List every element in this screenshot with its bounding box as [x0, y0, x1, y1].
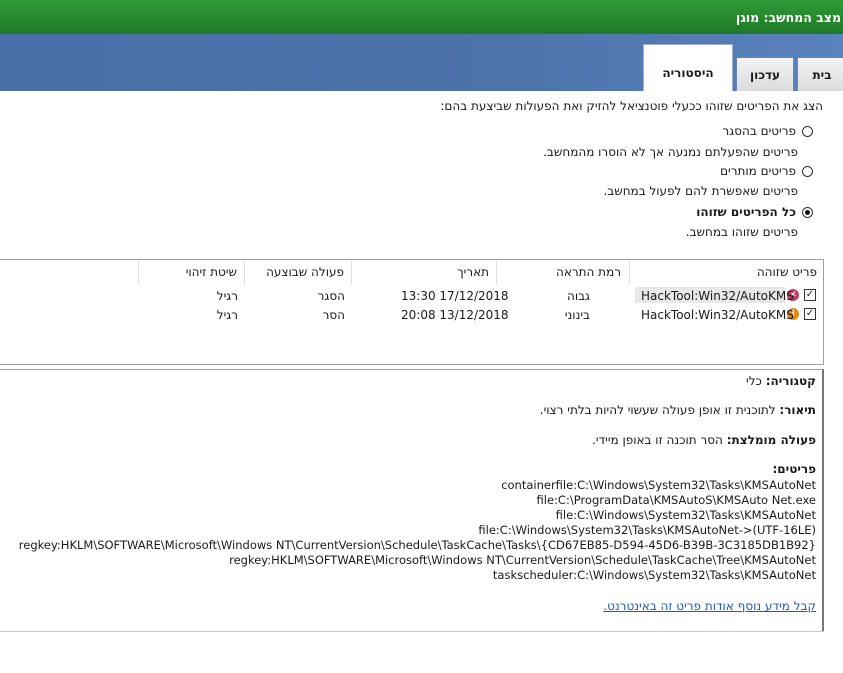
details-panel: קטגוריה: כלי תיאור: לתוכנית זו אופן פעול… [0, 369, 824, 631]
item-path: taskscheduler:C:\Windows\System32\Tasks\… [492, 568, 816, 582]
description-label: תיאור: [779, 403, 816, 417]
item-path: containerfile:C:\Windows\System32\Tasks\… [501, 478, 816, 492]
column-header-method[interactable]: שיטת זיהוי [138, 260, 243, 285]
description-line: תיאור: לתוכנית זו אופן פעולה שעשוי להיות… [540, 403, 816, 417]
tab-home[interactable]: בית [797, 57, 843, 91]
item-path: regkey:HKLM\SOFTWARE\Microsoft\Windows N… [229, 553, 816, 567]
column-header-action[interactable]: פעולה שבוצעה [244, 260, 350, 285]
radio-button[interactable] [802, 165, 813, 177]
radio-desc: פריטים שאפשרת להם לפעול במחשב. [603, 184, 798, 198]
category-value: כלי [746, 374, 762, 388]
radio-button[interactable] [802, 125, 813, 137]
alert-level: בינוני [564, 308, 590, 322]
radio-button-selected[interactable] [802, 206, 813, 218]
item-name: HackTool:Win32/AutoKMS [641, 289, 794, 303]
detected-items-list[interactable]: פריט שזוהה רמת התראה תאריך פעולה שבוצעה … [0, 259, 824, 365]
radio-all-detected[interactable]: כל הפריטים שזוהו [696, 205, 813, 219]
recommended-value: הסר תוכנה זו באופן מיידי. [592, 433, 723, 447]
action: הסר [322, 308, 345, 322]
radio-label: כל הפריטים שזוהו [696, 205, 796, 219]
column-header-date[interactable]: תאריך [351, 260, 495, 285]
window-title: מצב המחשב: מוגן [735, 10, 841, 25]
radio-desc: פריטים שהפעלתם נמנעה אך לא הוסרו מהמחשב. [543, 145, 798, 159]
item-path: file:C:\ProgramData\KMSAutoS\KMSAuto Net… [536, 493, 816, 507]
date: 20:08 13/12/2018 [401, 308, 509, 322]
alert-level: גבוה [567, 289, 590, 303]
item-name: HackTool:Win32/AutoKMS [641, 308, 794, 322]
radio-allowed[interactable]: פריטים מותרים [720, 164, 813, 178]
tab-band: בית עדכון היסטוריה [0, 34, 843, 91]
item-path: file:C:\Windows\System32\Tasks\KMSAutoNe… [478, 523, 816, 537]
item-path: regkey:HKLM\SOFTWARE\Microsoft\Windows N… [18, 538, 816, 552]
recommended-label: פעולה מומלצת: [726, 433, 816, 447]
recommended-line: פעולה מומלצת: הסר תוכנה זו באופן מיידי. [592, 433, 816, 447]
items-label: פריטים: [772, 462, 817, 476]
divider [0, 631, 824, 632]
action: הסגר [317, 289, 345, 303]
row-checkbox[interactable]: ✓ [804, 308, 816, 320]
radio-label: פריטים בהסגר [722, 124, 796, 138]
more-info-link[interactable]: קבל מידע נוסף אודות פריט זה באינטרנט. [603, 599, 816, 613]
date: 13:30 17/12/2018 [401, 289, 509, 303]
category-line: קטגוריה: כלי [746, 374, 816, 388]
radio-label: פריטים מותרים [720, 164, 796, 178]
row-checkbox[interactable]: ✓ [804, 289, 816, 301]
radio-desc: פריטים שזוהו במחשב. [685, 225, 798, 239]
column-header-item[interactable]: פריט שזוהה [629, 260, 823, 285]
radio-quarantined[interactable]: פריטים בהסגר [723, 124, 813, 138]
description-value: לתוכנית זו אופן פעולה שעשוי להיות בלתי ר… [539, 403, 776, 417]
history-intro: הצג את הפריטים שזוהו ככעלי פוטנציאל להזי… [440, 99, 823, 113]
title-bar: מצב המחשב: מוגן [0, 0, 843, 34]
method: רגיל [216, 308, 238, 322]
tab-update[interactable]: עדכון [736, 57, 794, 91]
category-label: קטגוריה: [765, 374, 816, 388]
method: רגיל [216, 289, 238, 303]
item-path: file:C:\Windows\System32\Tasks\KMSAutoNe… [555, 508, 816, 522]
tab-history[interactable]: היסטוריה [643, 44, 733, 91]
column-header-alert[interactable]: רמת התראה [496, 260, 627, 285]
